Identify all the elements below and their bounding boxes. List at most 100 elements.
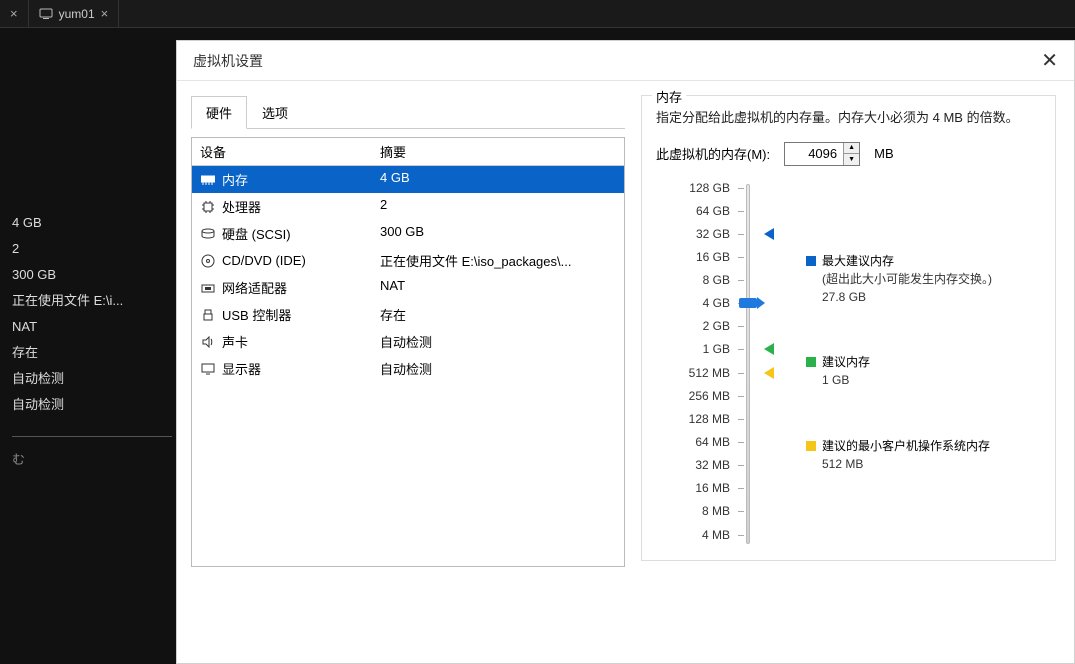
- side-value: 正在使用文件 E:\i...: [12, 288, 172, 314]
- tab-hardware[interactable]: 硬件: [191, 96, 247, 129]
- device-name: USB 控制器: [222, 305, 291, 324]
- table-row[interactable]: USB 控制器 存在: [192, 301, 624, 328]
- app-tabbar: × yum01 ×: [0, 0, 1075, 28]
- side-value: 自动检测: [12, 392, 172, 418]
- slider-tick-label: 64 GB: [696, 204, 730, 218]
- side-value: 2: [12, 236, 172, 262]
- device-summary: 300 GB: [372, 220, 624, 247]
- spin-up-icon[interactable]: ▲: [844, 143, 859, 155]
- close-icon[interactable]: ×: [10, 6, 18, 21]
- tab-blank[interactable]: ×: [0, 0, 29, 27]
- cpu-icon: [200, 199, 216, 215]
- legend-title: 建议内存: [822, 355, 870, 369]
- legend-sub: 512 MB: [822, 455, 990, 473]
- dialog-title: 虚拟机设置: [193, 51, 263, 71]
- table-header: 设备 摘要: [192, 138, 624, 166]
- device-name: 处理器: [222, 197, 261, 216]
- legend-item: 建议内存 1 GB: [806, 353, 870, 389]
- tab-yum01[interactable]: yum01 ×: [29, 0, 120, 27]
- memory-legend-col: 最大建议内存 (超出此大小可能发生内存交换。)27.8 GB 建议内存 1 GB 建议的…: [806, 184, 1041, 544]
- slider-tick-label: 8 MB: [702, 504, 730, 518]
- slider-tick-label: 256 MB: [689, 389, 730, 403]
- vm-tab-icon: [39, 7, 53, 21]
- legend-title: 最大建议内存: [822, 254, 894, 268]
- tab-options[interactable]: 选项: [247, 96, 303, 129]
- side-value: 存在: [12, 340, 172, 366]
- col-device-header: 设备: [192, 138, 372, 165]
- slider-tick-label: 16 MB: [695, 481, 730, 495]
- legend-swatch-icon: [806, 441, 816, 451]
- device-name: 硬盘 (SCSI): [222, 224, 291, 243]
- device-summary: 自动检测: [372, 328, 624, 355]
- side-value: 4 GB: [12, 210, 172, 236]
- memory-icon: [200, 172, 216, 188]
- device-summary: 正在使用文件 E:\iso_packages\...: [372, 247, 624, 274]
- slider-tick-label: 32 MB: [695, 458, 730, 472]
- legend-title: 建议的最小客户机操作系统内存: [822, 439, 990, 453]
- divider: [12, 436, 172, 437]
- close-icon[interactable]: ✕: [1041, 48, 1058, 73]
- marker-rec-icon: [764, 343, 774, 355]
- marker-max-icon: [764, 228, 774, 240]
- device-summary: 自动检测: [372, 355, 624, 382]
- slider-tick-label: 2 GB: [703, 319, 730, 333]
- slider-thumb[interactable]: [739, 298, 757, 308]
- close-icon[interactable]: ×: [101, 6, 109, 21]
- display-icon: [200, 361, 216, 377]
- memory-input-label: 此虚拟机的内存(M):: [656, 144, 770, 163]
- device-summary: NAT: [372, 274, 624, 301]
- table-row[interactable]: 硬盘 (SCSI) 300 GB: [192, 220, 624, 247]
- nic-icon: [200, 280, 216, 296]
- side-summary-panel: 4 GB 2 300 GB 正在使用文件 E:\i... NAT 存在 自动检测…: [12, 210, 172, 473]
- legend-swatch-icon: [806, 256, 816, 266]
- slider-tick-label: 8 GB: [703, 273, 730, 287]
- side-value: NAT: [12, 314, 172, 340]
- memory-legend: 内存: [652, 87, 686, 106]
- legend-item: 建议的最小客户机操作系统内存 512 MB: [806, 437, 990, 473]
- slider-tick-label: 4 MB: [702, 528, 730, 542]
- memory-slider[interactable]: 128 GB64 GB32 GB16 GB8 GB4 GB2 GB1 GB512…: [656, 184, 776, 544]
- legend-sub: (超出此大小可能发生内存交换。): [822, 270, 992, 288]
- table-row[interactable]: 处理器 2: [192, 193, 624, 220]
- memory-group: 内存 指定分配给此虚拟机的内存量。内存大小必须为 4 MB 的倍数。 此虚拟机的…: [641, 95, 1056, 561]
- slider-tick-label: 32 GB: [696, 227, 730, 241]
- cd-icon: [200, 253, 216, 269]
- disk-icon: [200, 226, 216, 242]
- tab-label: yum01: [59, 7, 95, 21]
- dialog-titlebar: 虚拟机设置 ✕: [177, 41, 1074, 81]
- table-row[interactable]: CD/DVD (IDE)正在使用文件 E:\iso_packages\...: [192, 247, 624, 274]
- spin-down-icon[interactable]: ▼: [844, 154, 859, 165]
- device-summary: 2: [372, 193, 624, 220]
- dialog-tabs: 硬件 选项: [191, 95, 625, 129]
- slider-tick-label: 16 GB: [696, 250, 730, 264]
- side-value: 300 GB: [12, 262, 172, 288]
- side-value: 自动检测: [12, 366, 172, 392]
- table-row[interactable]: 声卡 自动检测: [192, 328, 624, 355]
- side-footer: む: [12, 447, 172, 473]
- legend-item: 最大建议内存 (超出此大小可能发生内存交换。)27.8 GB: [806, 252, 992, 306]
- usb-icon: [200, 307, 216, 323]
- memory-desc: 指定分配给此虚拟机的内存量。内存大小必须为 4 MB 的倍数。: [656, 108, 1041, 128]
- device-name: 显示器: [222, 359, 261, 378]
- device-name: 声卡: [222, 332, 248, 351]
- table-row[interactable]: 内存4 GB: [192, 166, 624, 193]
- memory-spinner[interactable]: ▲ ▼: [784, 142, 860, 166]
- legend-sub: 27.8 GB: [822, 288, 992, 306]
- table-row[interactable]: 显示器 自动检测: [192, 355, 624, 382]
- table-row[interactable]: 网络适配器 NAT: [192, 274, 624, 301]
- hardware-table: 设备 摘要 内存4 GB 处理器 2 硬盘 (SCSI) 300 GBCD/DVD (I…: [191, 137, 625, 567]
- marker-min-icon: [764, 367, 774, 379]
- memory-unit: MB: [874, 146, 894, 161]
- col-summary-header: 摘要: [372, 138, 624, 165]
- slider-tick-label: 64 MB: [695, 435, 730, 449]
- memory-input[interactable]: [785, 143, 843, 165]
- slider-tick-label: 128 GB: [689, 181, 730, 195]
- vm-settings-dialog: 虚拟机设置 ✕ 硬件 选项 设备 摘要 内存4 GB处理器2硬盘 (SCSI)3…: [176, 40, 1075, 664]
- device-name: 网络适配器: [222, 278, 287, 297]
- device-name: 内存: [222, 170, 248, 189]
- slider-tick-label: 4 GB: [703, 296, 730, 310]
- slider-tick-label: 1 GB: [703, 342, 730, 356]
- sound-icon: [200, 334, 216, 350]
- device-summary: 存在: [372, 301, 624, 328]
- legend-sub: 1 GB: [822, 371, 870, 389]
